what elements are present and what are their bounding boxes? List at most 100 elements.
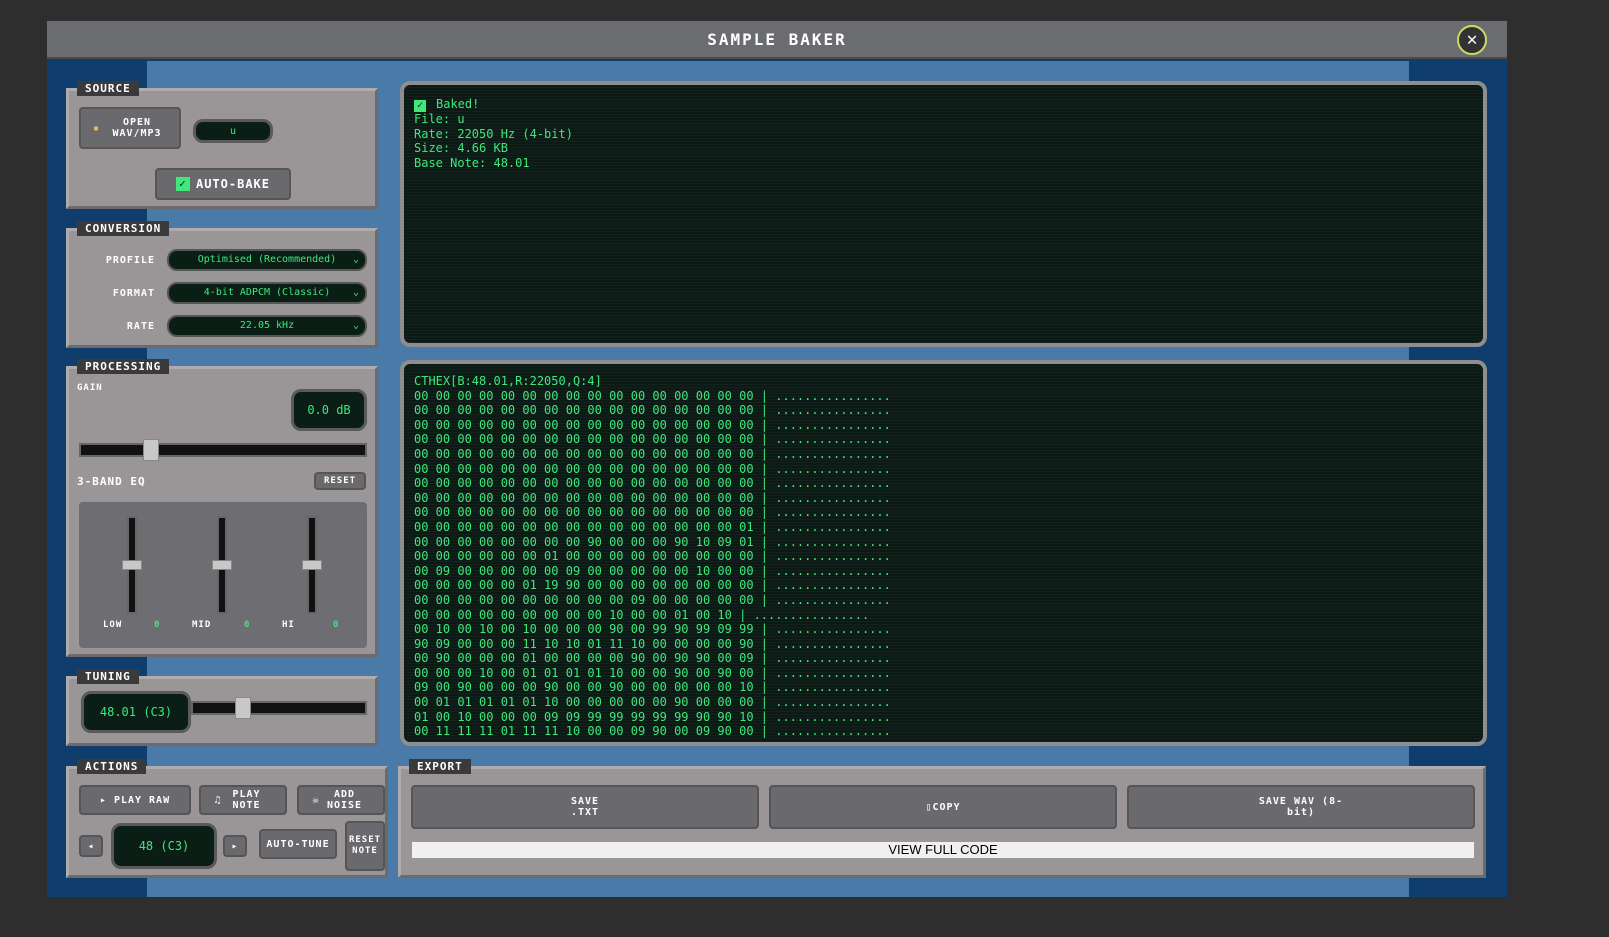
hex-row: 01 00 10 00 00 00 09 09 99 99 99 99 99 9… [414,709,891,724]
hex-bytes: 00 00 00 00 00 01 19 90 00 00 00 00 00 0… [414,578,754,593]
conversion-label: CONVERSION [77,221,170,236]
note-down-button[interactable]: ◂ [79,835,103,857]
auto-tune-button[interactable]: AUTO-TUNE [259,829,337,859]
note-display: 48 (C3) [111,823,217,869]
source-panel: SOURCE ▪ OPEN WAV/MP3 u ✓ AUTO-BAKE [66,81,378,209]
eq-mid-label: MID [192,620,212,630]
profile-select[interactable]: Optimised (Recommended) ⌄ [167,249,367,271]
checkbox-checked-icon[interactable]: ✓ [175,177,190,191]
hex-ascii: ................ [775,490,891,505]
hex-ascii: ................ [775,563,891,578]
hex-bytes: 00 00 00 00 00 00 01 00 00 00 00 00 00 0… [414,549,754,564]
hex-row: 00 01 01 01 01 01 10 00 00 00 00 00 90 0… [414,695,891,710]
hex-bytes: 00 00 00 00 00 00 00 00 00 00 00 00 00 0… [414,461,754,476]
hex-bytes: 90 09 00 00 00 11 10 10 01 11 10 00 00 0… [414,636,754,651]
check-icon: ✓ [414,100,426,112]
hex-row: 00 00 00 00 00 00 00 00 00 10 00 00 01 0… [414,607,870,622]
hex-header: CTHEX[B:48.01,R:22050,Q:4] [414,374,602,388]
hex-ascii: ................ [775,461,891,476]
hex-ascii: ................ [775,403,891,418]
hex-bytes: 00 00 00 00 00 00 00 00 00 00 00 00 00 0… [414,519,754,534]
hex-bytes: 00 00 00 00 00 00 00 00 00 00 00 00 00 0… [414,446,754,461]
rate-select[interactable]: 22.05 kHz ⌄ [167,315,367,337]
eq-mid-slider[interactable] [212,516,232,614]
hex-ascii: ................ [775,592,891,607]
eq-hi-thumb[interactable] [302,560,322,570]
gain-display: 0.0 dB [291,389,367,431]
hex-ascii: ................ [775,505,891,520]
hex-ascii: ................ [775,695,891,710]
reset-note-button[interactable]: RESET NOTE [345,821,385,871]
view-full-code-button[interactable]: VIEW FULL CODE [411,841,1475,859]
hex-ascii: ................ [775,432,891,447]
hex-row: 00 00 00 00 00 00 01 00 00 00 00 00 00 0… [414,549,891,564]
hex-ascii: ................ [775,651,891,666]
hex-row: 00 00 00 00 00 00 00 00 00 00 09 00 00 0… [414,592,891,607]
status-size: Size: 4.66 KB [414,141,508,156]
hex-row: 00 00 00 00 00 00 00 00 00 00 00 00 00 0… [414,490,891,505]
tuning-label: TUNING [77,669,139,684]
hex-row: 00 00 00 00 00 00 00 00 00 00 00 00 00 0… [414,446,891,461]
hex-bytes: 00 01 01 01 01 01 10 00 00 00 00 00 90 0… [414,695,754,710]
hex-row: 00 90 00 00 00 01 00 00 00 00 90 00 90 9… [414,651,891,666]
hex-row: 00 09 00 00 00 00 00 09 00 00 00 00 00 1… [414,563,891,578]
eq-low-thumb[interactable] [122,560,142,570]
sample-baker-window: SAMPLE BAKER ✕ SOURCE ▪ OPEN WAV/MP3 u ✓… [47,21,1507,897]
hex-bytes: 00 90 00 00 00 01 00 00 00 00 90 00 90 9… [414,651,754,666]
auto-bake-toggle[interactable]: ✓ AUTO-BAKE [155,168,291,200]
hex-bytes: 00 11 11 11 01 11 11 10 00 00 09 90 00 0… [414,724,754,739]
play-icon: ▸ [99,794,114,806]
rate-label: RATE [126,321,155,332]
hex-bytes: 00 00 00 00 00 00 00 00 00 00 00 00 00 0… [414,403,754,418]
hex-ascii: ................ [753,607,870,622]
actions-label: ACTIONS [77,759,147,774]
eq-low-slider[interactable] [122,516,142,614]
open-file-button[interactable]: ▪ OPEN WAV/MP3 [79,107,181,149]
eq-reset-button[interactable]: RESET [314,472,366,490]
copy-button[interactable]: ▯ COPY [769,785,1117,829]
eq-hi-value: 0 [333,620,340,630]
chevron-down-icon: ⌄ [352,254,359,265]
tuning-slider[interactable] [191,697,367,719]
save-txt-button[interactable]: SAVE .TXT [411,785,759,829]
eq-hi-slider[interactable] [302,516,322,614]
play-note-button[interactable]: ♫ PLAY NOTE [199,785,287,815]
hex-row: 00 00 00 00 00 00 00 00 00 00 00 00 00 0… [414,505,891,520]
window-title: SAMPLE BAKER [47,21,1507,59]
add-noise-button[interactable]: ☠ ADD NOISE [297,785,385,815]
hex-row: 90 09 00 00 00 11 10 10 01 11 10 00 00 0… [414,636,891,651]
hex-ascii: ................ [775,622,891,637]
eq-mid-thumb[interactable] [212,560,232,570]
save-wav-button[interactable]: SAVE WAV (8-bit) [1127,785,1475,829]
note-up-button[interactable]: ▸ [223,835,247,857]
format-label: FORMAT [112,288,155,299]
hex-ascii: ................ [775,636,891,651]
eq-label: 3-BAND EQ [77,475,146,488]
hex-ascii: ................ [775,417,891,432]
eq-mid-value: 0 [244,620,251,630]
play-raw-button[interactable]: ▸ PLAY RAW [79,785,191,815]
clipboard-icon: ▯ [925,801,933,813]
hex-ascii: ................ [775,519,891,534]
hex-row: 00 10 00 10 00 10 00 00 00 90 00 99 90 9… [414,622,891,637]
hex-dump-screen[interactable]: CTHEX[B:48.01,R:22050,Q:4] 00 00 00 00 00… [400,360,1487,746]
gain-slider[interactable] [79,439,367,461]
hex-bytes: 00 09 00 00 00 00 00 09 00 00 00 00 00 1… [414,563,754,578]
hex-ascii: ................ [775,476,891,491]
hex-bytes: 00 00 00 10 00 01 01 01 01 10 00 00 90 0… [414,665,754,680]
hex-ascii: ................ [775,446,891,461]
profile-label: PROFILE [105,255,155,266]
hex-ascii: ................ [775,724,891,739]
status-rate: Rate: 22050 Hz (4-bit) [414,126,573,141]
hex-row: 00 00 00 00 00 00 00 00 90 00 00 00 90 1… [414,534,891,549]
hex-bytes: 00 00 00 00 00 00 00 00 00 00 00 00 00 0… [414,505,754,520]
hex-bytes: 00 00 00 00 00 00 00 00 00 00 00 00 00 0… [414,476,754,491]
hex-ascii: ................ [775,534,891,549]
eq-box: LOW 0 MID 0 HI 0 [79,502,367,648]
hex-row: 00 00 00 00 00 00 00 00 00 00 00 00 00 0… [414,432,891,447]
format-select[interactable]: 4-bit ADPCM (Classic) ⌄ [167,282,367,304]
gain-slider-thumb[interactable] [143,439,159,461]
status-baked: Baked! [436,97,480,111]
close-button[interactable]: ✕ [1457,25,1487,55]
tuning-slider-thumb[interactable] [235,697,251,719]
